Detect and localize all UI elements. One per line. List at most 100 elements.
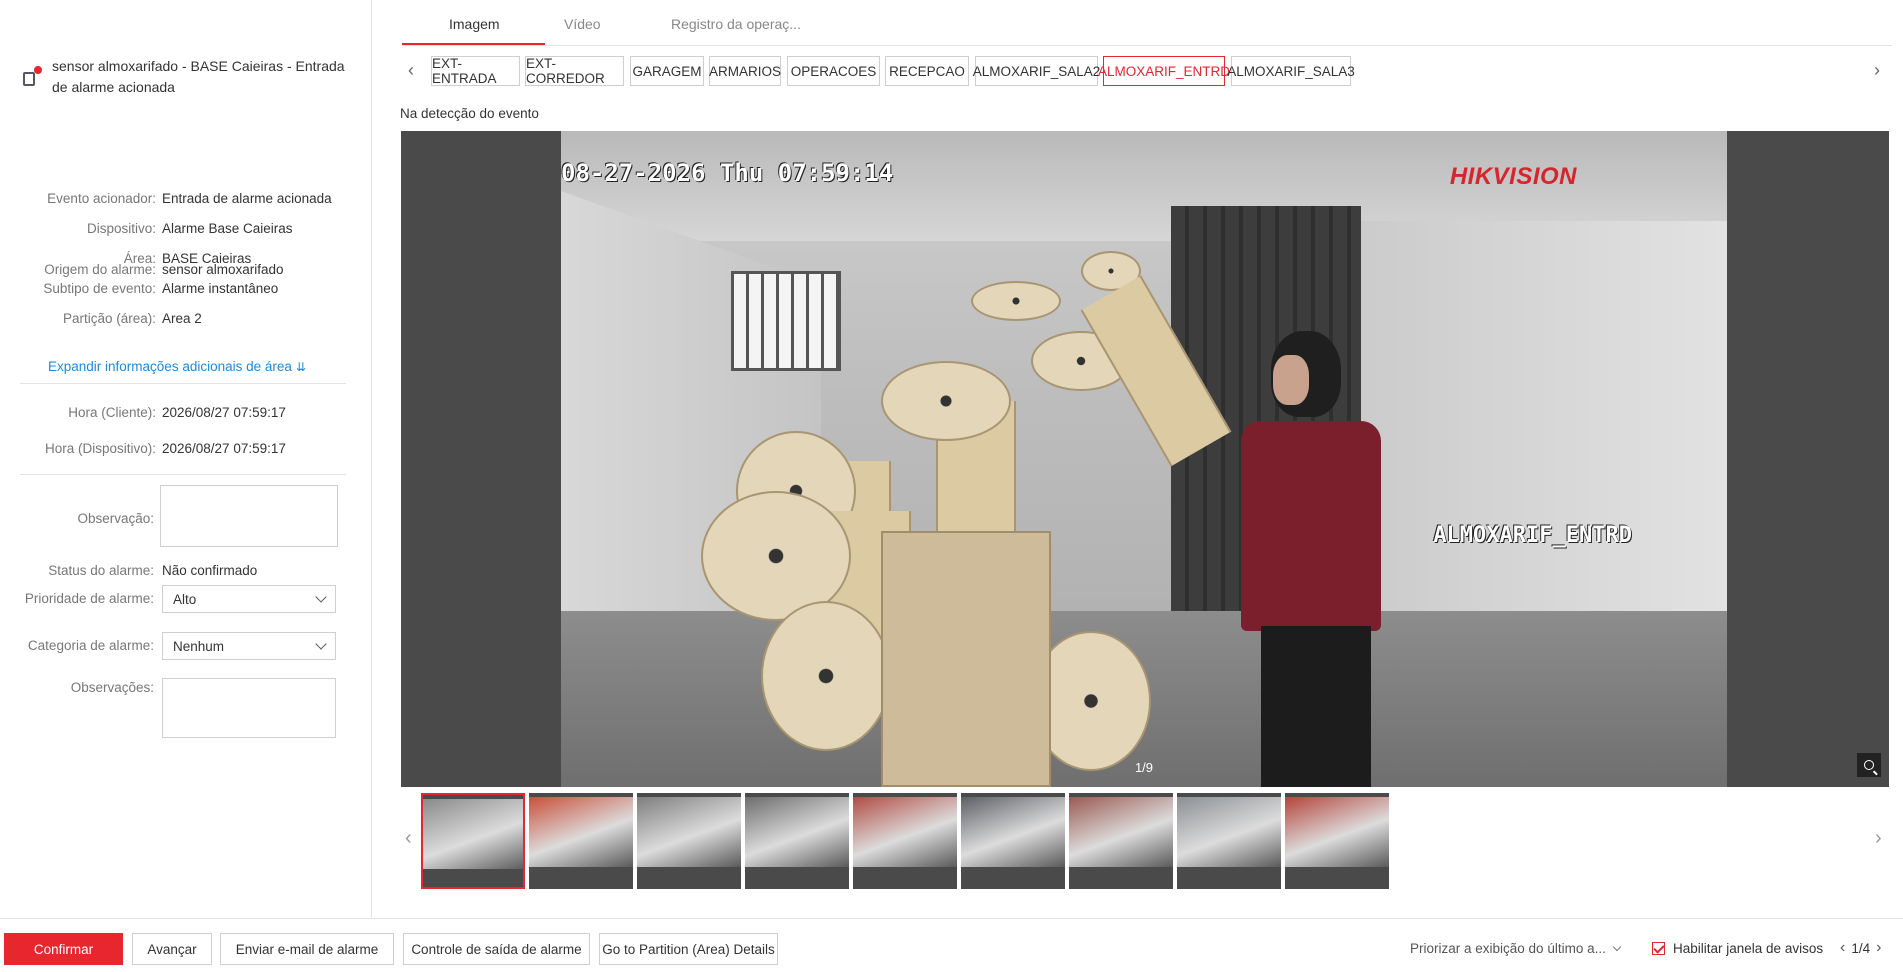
category-row: Categoria de alarme: Nenhum [20, 632, 346, 660]
expand-link-label: Expandir informações adicionais de área [48, 359, 292, 374]
detail-label: Partição (área): [62, 311, 156, 326]
osd-camera-name: ALMOXARIF_ENTRD [1433, 523, 1632, 548]
detail-label: Área: [123, 251, 156, 266]
snapshot-thumbnail[interactable] [421, 793, 525, 889]
chevron-right-icon[interactable]: › [1876, 939, 1881, 957]
observacoes-row: Observações: [20, 678, 346, 738]
event-caption: Na detecção do evento [400, 106, 539, 121]
alarm-header: sensor almoxarifado - BASE Caieiras - En… [20, 56, 350, 98]
detail-value: Alarme instantâneo [162, 281, 279, 296]
pager-value: 1/4 [1851, 940, 1871, 956]
divider [20, 383, 346, 384]
enable-alert-window-label: Habilitar janela de avisos [1673, 941, 1824, 956]
time-value: 2026/08/27 07:59:17 [162, 405, 286, 420]
detail-row-event: Evento acionador: Entrada de alarme acio… [20, 191, 350, 206]
alarm-input-icon [20, 66, 42, 88]
alarm-output-control-button[interactable]: Controle de saída de alarme [403, 933, 590, 965]
media-panel: Imagem Vídeo Registro da operaç... ‹ EXT… [372, 0, 1903, 918]
action-bar: Confirmar Avançar Enviar e-mail de alarm… [0, 918, 1903, 972]
camera-tab-ext-corredor[interactable]: EXT-CORREDOR [525, 56, 624, 86]
priority-select[interactable]: Alto [162, 585, 336, 613]
alarm-title: sensor almoxarifado - BASE Caieiras - En… [52, 58, 345, 95]
snapshot-thumbnail[interactable] [853, 793, 957, 889]
thumbnail-image [423, 799, 523, 869]
expand-area-info-link[interactable]: Expandir informações adicionais de área ⇊ [48, 359, 306, 374]
camera-tab-operacoes[interactable]: OPERACOES [787, 56, 880, 86]
detail-row-device: Dispositivo: Alarme Base Caieiras [20, 221, 350, 236]
thumbnail-image [529, 797, 633, 867]
chevron-down-icon [1612, 942, 1622, 952]
tab-imagem[interactable]: Imagem [449, 16, 500, 32]
category-value: Nenhum [173, 638, 225, 654]
divider [20, 474, 346, 475]
camera-snapshot: 08-27-2026 Thu 07:59:14 HIKVISION ALMOXA… [561, 131, 1727, 787]
detail-value: Area 2 [162, 311, 202, 326]
thumbnail-image [961, 797, 1065, 867]
thumbnail-image [1069, 797, 1173, 867]
snapshot-thumbnail[interactable] [529, 793, 633, 889]
snapshot-thumbnail[interactable] [637, 793, 741, 889]
prioritize-label: Priorizar a exibição do último a... [1410, 941, 1606, 956]
cardboard-box-image [881, 531, 1051, 787]
chevron-right-icon[interactable]: › [1875, 827, 1882, 850]
camera-tab-almoxarif-entrd[interactable]: ALMOXARIF_ENTRD [1098, 56, 1230, 86]
snapshot-thumbnail[interactable] [745, 793, 849, 889]
thumbnail-strip: ‹ › [401, 793, 1889, 889]
chevron-left-icon[interactable]: ‹ [405, 827, 412, 850]
status-value: Não confirmado [162, 563, 258, 578]
priority-value: Alto [173, 591, 197, 607]
camera-selector: ‹ EXT-ENTRADA EXT-CORREDOR GARAGEM ARMAR… [402, 56, 1892, 86]
chevron-down-icon [315, 638, 327, 650]
category-select[interactable]: Nenhum [162, 632, 336, 660]
osd-timestamp: 08-27-2026 Thu 07:59:14 [561, 159, 894, 187]
observacao-textarea[interactable] [160, 485, 338, 547]
priority-row: Prioridade de alarme: Alto [20, 585, 346, 613]
person-image [1211, 331, 1391, 787]
snapshot-thumbnail[interactable] [1069, 793, 1173, 889]
snapshot-thumbnail[interactable] [1285, 793, 1389, 889]
observacoes-textarea[interactable] [162, 678, 336, 738]
camera-tab-recepcao[interactable]: RECEPCAO [885, 56, 969, 86]
confirm-button[interactable]: Confirmar [4, 933, 123, 965]
zoom-icon[interactable] [1857, 753, 1881, 777]
detail-label: Evento acionador: [47, 191, 156, 206]
enable-alert-window-checkbox[interactable]: Habilitar janela de avisos [1652, 941, 1823, 956]
observacao-label: Observação: [77, 511, 154, 526]
detail-row-area: Área: BASE Caieiras [20, 251, 350, 266]
camera-tab-armarios[interactable]: ARMARIOS [709, 56, 781, 86]
advance-button[interactable]: Avançar [132, 933, 212, 965]
camera-tab-almoxarif-sala2[interactable]: ALMOXARIF_SALA2 [973, 56, 1100, 86]
tab-video[interactable]: Vídeo [564, 16, 601, 32]
osd-brand-logo: HIKVISION [1449, 163, 1577, 190]
camera-tab-almoxarif-sala3[interactable]: ALMOXARIF_SALA3 [1227, 56, 1355, 86]
observacao-row: Observação: [20, 485, 346, 547]
checkbox-checked-icon [1652, 942, 1665, 955]
chevron-left-icon[interactable]: ‹ [408, 60, 414, 81]
thumbnail-image [745, 797, 849, 867]
thumbnail-image [1177, 797, 1281, 867]
thumbnail-image [637, 797, 741, 867]
chevron-right-icon[interactable]: › [1874, 60, 1880, 81]
camera-tab-ext-entrada[interactable]: EXT-ENTRADA [431, 56, 520, 86]
alarm-details-panel: sensor almoxarifado - BASE Caieiras - En… [0, 0, 372, 918]
chevron-down-icon [315, 591, 327, 603]
time-row-client: Hora (Cliente): 2026/08/27 07:59:17 [20, 405, 350, 420]
partition-details-button[interactable]: Go to Partition (Area) Details [599, 933, 778, 965]
active-tab-indicator [402, 43, 545, 45]
thumbnail-image [853, 797, 957, 867]
snapshot-viewer[interactable]: 08-27-2026 Thu 07:59:14 HIKVISION ALMOXA… [401, 131, 1889, 787]
send-email-button[interactable]: Enviar e-mail de alarme [220, 933, 394, 965]
tab-registro[interactable]: Registro da operaç... [671, 16, 801, 32]
detail-value: BASE Caieiras [162, 251, 252, 266]
detail-value: Entrada de alarme acionada [162, 191, 332, 206]
prioritize-dropdown[interactable]: Priorizar a exibição do último a... [1410, 941, 1622, 956]
thumbnail-image [1285, 797, 1389, 867]
page-indicator: 1/9 [1134, 760, 1154, 775]
chevron-left-icon[interactable]: ‹ [1840, 939, 1845, 957]
time-label: Hora (Cliente): [68, 405, 156, 420]
window-image [731, 271, 841, 371]
snapshot-thumbnail[interactable] [1177, 793, 1281, 889]
detail-value: Alarme Base Caieiras [162, 221, 293, 236]
camera-tab-garagem[interactable]: GARAGEM [630, 56, 704, 86]
snapshot-thumbnail[interactable] [961, 793, 1065, 889]
